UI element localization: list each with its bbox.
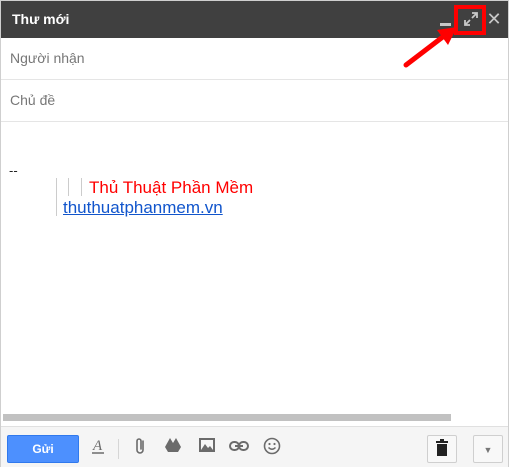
horizontal-scrollbar[interactable]	[3, 414, 451, 421]
toolbar-divider	[118, 439, 119, 459]
drive-icon[interactable]	[162, 437, 184, 459]
quote-bar	[56, 178, 57, 216]
message-body[interactable]: -- Thủ Thuật Phần Mềm thuthuatphanmem.vn	[1, 123, 508, 413]
signature-name: Thủ Thuật Phần Mềm	[89, 178, 254, 197]
svg-text:A: A	[92, 438, 103, 454]
subject-field[interactable]	[1, 80, 508, 122]
signature-separator: --	[9, 163, 18, 178]
quote-bar	[68, 178, 69, 196]
compose-window: Thư mới ✕ -- Thủ Thuật Phần Mềm thuthuat…	[0, 0, 509, 467]
compose-toolbar: Gửi A ▼	[1, 426, 508, 467]
signature-link[interactable]: thuthuatphanmem.vn	[63, 198, 223, 218]
window-title: Thư mới	[12, 11, 70, 27]
discard-button[interactable]	[427, 435, 457, 463]
send-button[interactable]: Gửi	[7, 435, 79, 463]
subject-input[interactable]	[1, 80, 481, 120]
paperclip-icon[interactable]	[130, 437, 152, 459]
quote-bar	[81, 178, 82, 196]
recipients-field[interactable]	[1, 38, 508, 80]
text-format-icon[interactable]: A	[87, 437, 109, 459]
more-options-button[interactable]: ▼	[473, 435, 503, 463]
chevron-down-icon: ▼	[483, 445, 493, 455]
recipients-input[interactable]	[1, 38, 481, 78]
trash-icon	[436, 439, 448, 456]
link-icon[interactable]	[228, 437, 250, 459]
photo-icon[interactable]	[196, 437, 218, 459]
close-icon[interactable]: ✕	[485, 10, 503, 28]
emoji-icon[interactable]	[261, 437, 283, 459]
